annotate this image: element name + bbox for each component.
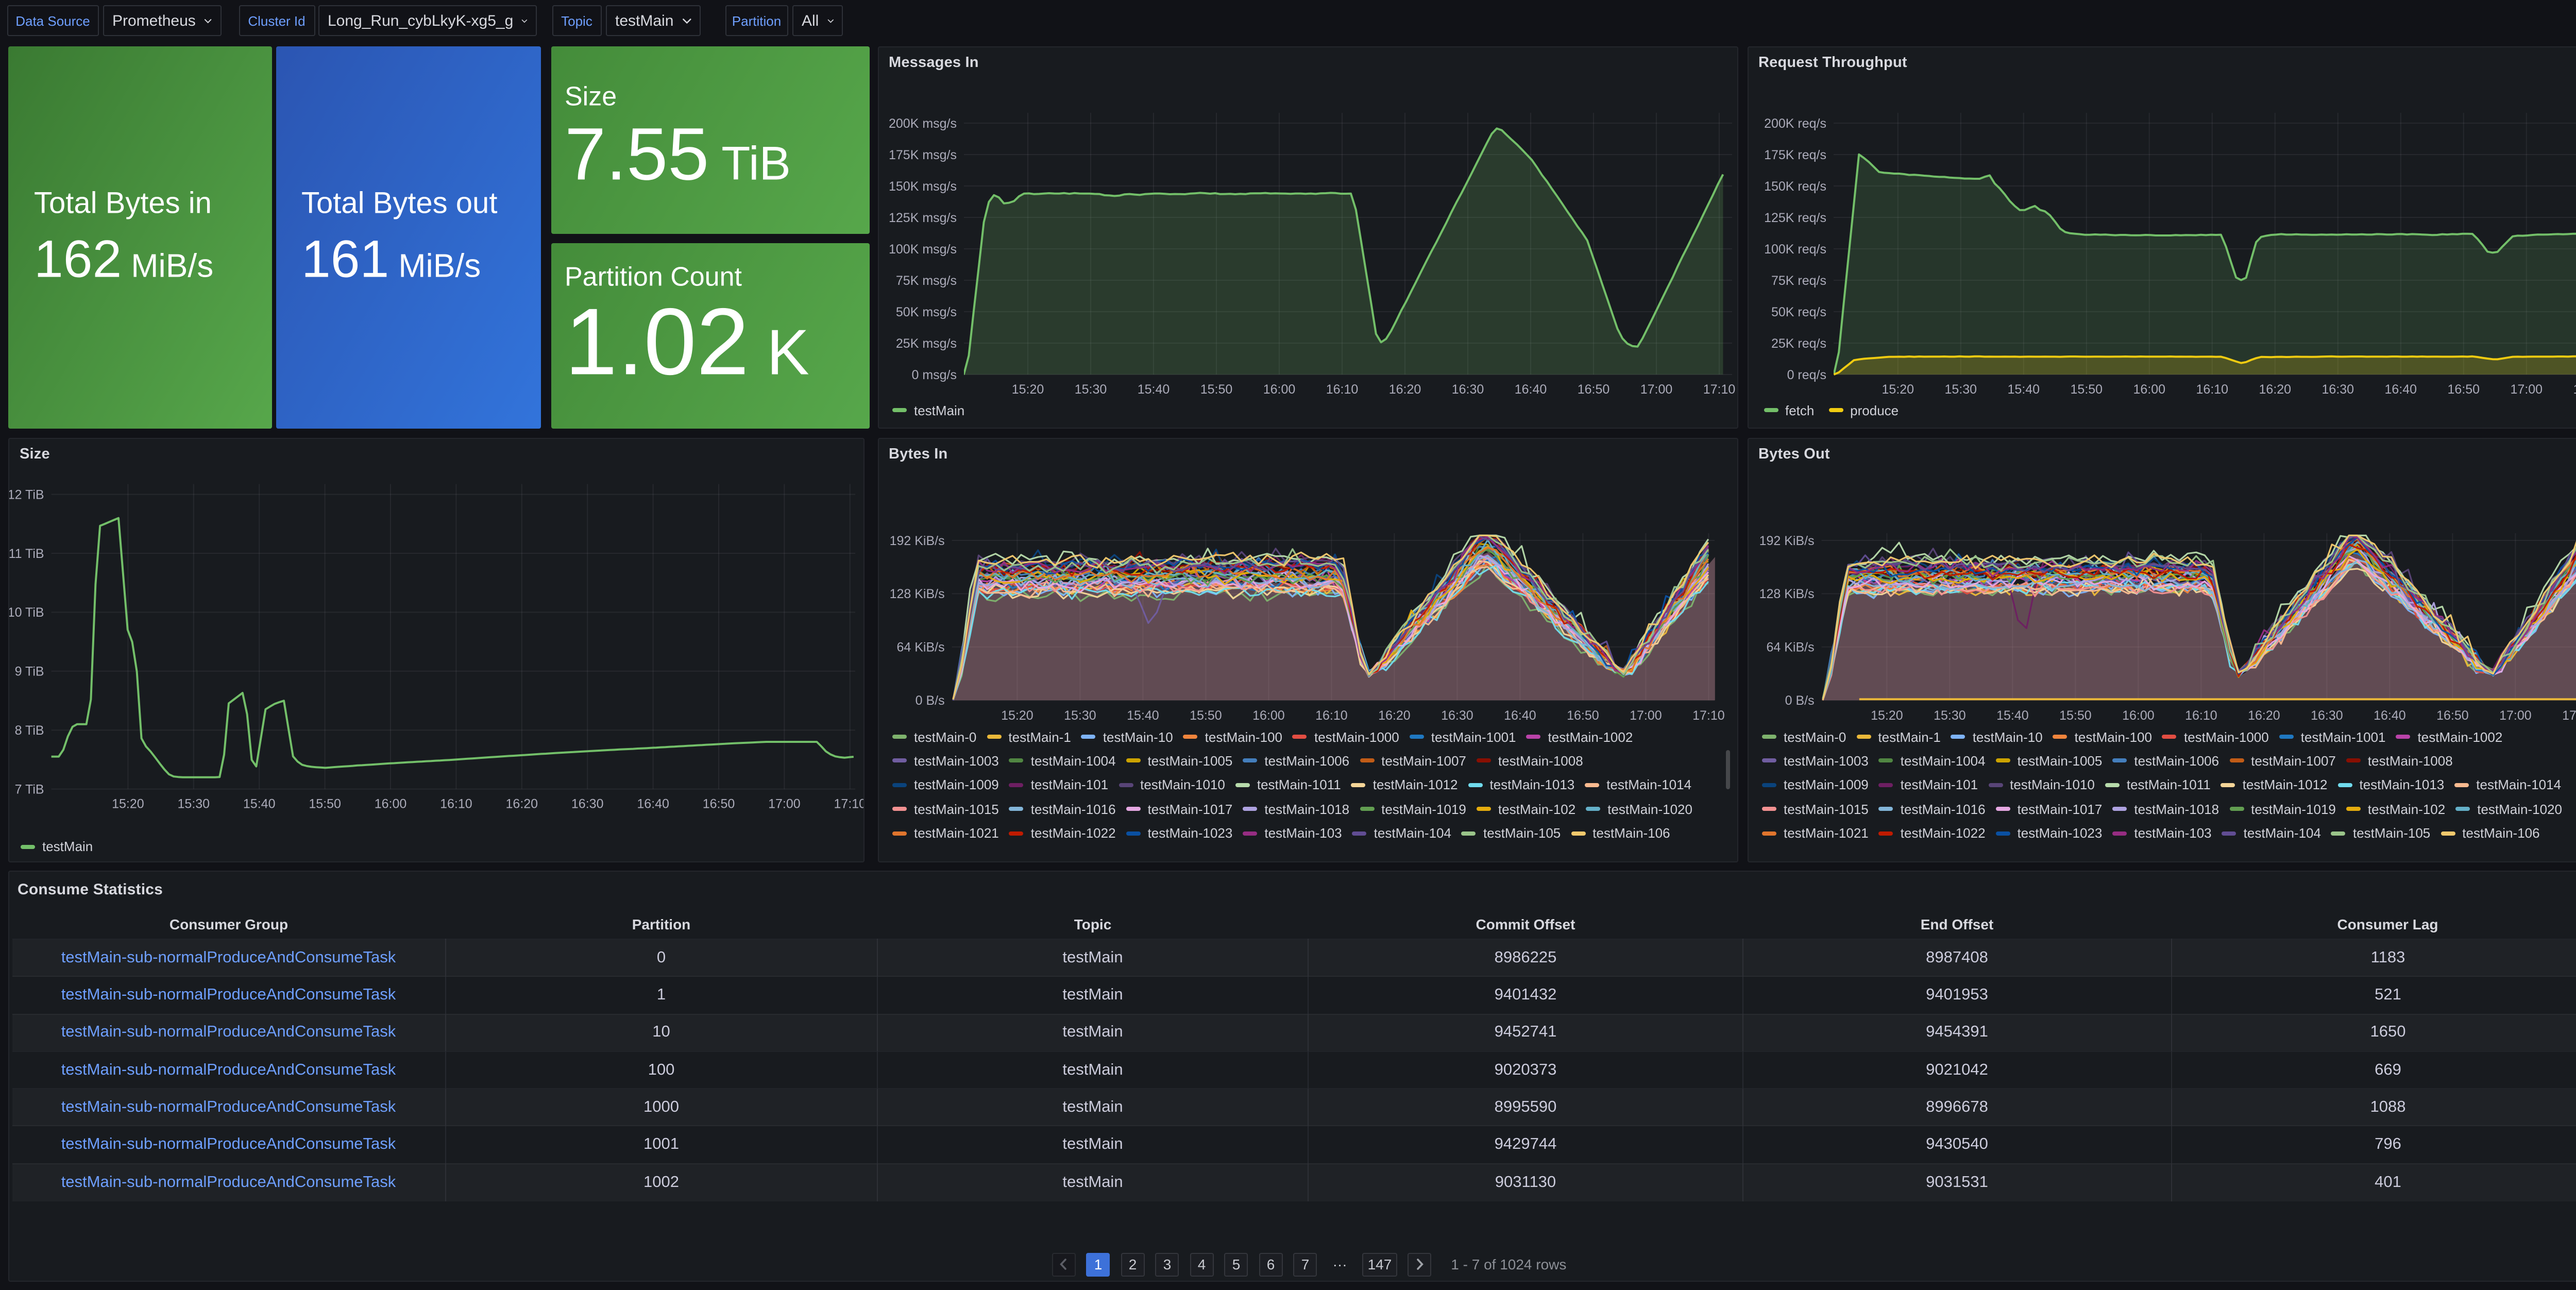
svg-text:64 KiB/s: 64 KiB/s (896, 640, 944, 655)
svg-text:7 TiB: 7 TiB (15, 782, 44, 796)
svg-text:175K req/s: 175K req/s (1764, 147, 1826, 162)
svg-text:15:20: 15:20 (1001, 708, 1033, 723)
svg-text:16:20: 16:20 (2247, 708, 2280, 723)
svg-text:16:40: 16:40 (637, 797, 669, 811)
svg-text:175K msg/s: 175K msg/s (888, 147, 956, 162)
svg-text:16:40: 16:40 (1514, 382, 1547, 396)
svg-text:192 KiB/s: 192 KiB/s (889, 534, 944, 548)
svg-text:15:40: 15:40 (1996, 708, 2028, 723)
svg-text:16:40: 16:40 (1503, 708, 1536, 723)
svg-text:25K msg/s: 25K msg/s (895, 336, 956, 350)
svg-text:15:30: 15:30 (1074, 382, 1107, 396)
svg-text:17:10: 17:10 (1692, 708, 1724, 723)
svg-text:75K req/s: 75K req/s (1771, 273, 1826, 287)
svg-text:0 msg/s: 0 msg/s (911, 367, 956, 382)
svg-text:16:40: 16:40 (2384, 382, 2417, 396)
svg-text:15:20: 15:20 (112, 797, 144, 811)
svg-text:16:20: 16:20 (2259, 382, 2291, 396)
svg-text:15:20: 15:20 (1870, 708, 1903, 723)
svg-text:0 B/s: 0 B/s (915, 693, 944, 708)
svg-text:50K msg/s: 50K msg/s (895, 304, 956, 319)
svg-text:15:30: 15:30 (1063, 708, 1096, 723)
svg-text:25K req/s: 25K req/s (1771, 336, 1826, 350)
svg-text:16:10: 16:10 (2184, 708, 2217, 723)
svg-text:128 KiB/s: 128 KiB/s (1759, 587, 1814, 601)
svg-text:15:50: 15:50 (2059, 708, 2091, 723)
svg-text:16:00: 16:00 (1263, 382, 1295, 396)
svg-text:17:00: 17:00 (2499, 708, 2531, 723)
svg-text:100K req/s: 100K req/s (1764, 242, 1826, 256)
svg-text:75K msg/s: 75K msg/s (895, 273, 956, 287)
svg-text:12 TiB: 12 TiB (9, 487, 44, 502)
svg-text:200K req/s: 200K req/s (1764, 116, 1826, 130)
svg-text:17:10: 17:10 (2562, 708, 2576, 723)
svg-text:17:10: 17:10 (834, 797, 864, 811)
svg-text:15:20: 15:20 (1011, 382, 1044, 396)
svg-text:9 TiB: 9 TiB (15, 665, 44, 679)
svg-text:17:10: 17:10 (1703, 382, 1735, 396)
svg-text:17:10: 17:10 (2573, 382, 2576, 396)
svg-text:16:20: 16:20 (1378, 708, 1410, 723)
svg-text:15:40: 15:40 (1126, 708, 1159, 723)
svg-text:15:40: 15:40 (243, 797, 276, 811)
svg-text:16:30: 16:30 (2321, 382, 2354, 396)
svg-text:150K msg/s: 150K msg/s (888, 179, 956, 193)
svg-text:192 KiB/s: 192 KiB/s (1759, 534, 1814, 548)
svg-text:16:00: 16:00 (2133, 382, 2165, 396)
svg-text:15:50: 15:50 (1200, 382, 1232, 396)
svg-text:16:50: 16:50 (2447, 382, 2480, 396)
svg-text:16:50: 16:50 (1577, 382, 1609, 396)
svg-text:16:10: 16:10 (440, 797, 472, 811)
svg-text:15:50: 15:50 (309, 797, 341, 811)
svg-text:16:30: 16:30 (571, 797, 604, 811)
svg-text:15:20: 15:20 (1882, 382, 1914, 396)
svg-text:64 KiB/s: 64 KiB/s (1766, 640, 1814, 655)
svg-text:16:10: 16:10 (1315, 708, 1347, 723)
svg-text:15:30: 15:30 (178, 797, 210, 811)
svg-text:16:40: 16:40 (2373, 708, 2405, 723)
svg-text:16:30: 16:30 (1440, 708, 1473, 723)
svg-text:16:00: 16:00 (375, 797, 407, 811)
svg-text:128 KiB/s: 128 KiB/s (889, 587, 944, 601)
svg-text:17:00: 17:00 (768, 797, 801, 811)
svg-text:200K msg/s: 200K msg/s (888, 116, 956, 130)
svg-text:15:50: 15:50 (2070, 382, 2103, 396)
svg-text:16:20: 16:20 (506, 797, 538, 811)
svg-text:16:50: 16:50 (1566, 708, 1599, 723)
svg-text:16:20: 16:20 (1388, 382, 1421, 396)
svg-text:17:00: 17:00 (1640, 382, 1672, 396)
svg-text:16:50: 16:50 (703, 797, 735, 811)
svg-text:15:30: 15:30 (1944, 382, 1977, 396)
svg-text:16:00: 16:00 (2122, 708, 2154, 723)
svg-text:16:00: 16:00 (1252, 708, 1284, 723)
svg-text:17:00: 17:00 (2510, 382, 2543, 396)
svg-text:16:30: 16:30 (1451, 382, 1484, 396)
svg-text:10 TiB: 10 TiB (9, 605, 44, 620)
svg-text:16:10: 16:10 (1326, 382, 1358, 396)
svg-text:8 TiB: 8 TiB (15, 723, 44, 738)
svg-text:15:40: 15:40 (1137, 382, 1170, 396)
svg-text:16:30: 16:30 (2310, 708, 2343, 723)
svg-text:17:00: 17:00 (1629, 708, 1662, 723)
svg-text:15:30: 15:30 (1933, 708, 1965, 723)
svg-text:16:10: 16:10 (2196, 382, 2228, 396)
svg-text:11 TiB: 11 TiB (9, 547, 44, 561)
svg-text:50K req/s: 50K req/s (1771, 304, 1826, 319)
svg-text:100K msg/s: 100K msg/s (888, 242, 956, 256)
svg-text:125K msg/s: 125K msg/s (888, 210, 956, 225)
svg-text:16:50: 16:50 (2436, 708, 2468, 723)
svg-text:0 req/s: 0 req/s (1787, 367, 1826, 382)
svg-text:15:40: 15:40 (2007, 382, 2040, 396)
svg-text:125K req/s: 125K req/s (1764, 210, 1826, 225)
svg-text:150K req/s: 150K req/s (1764, 179, 1826, 193)
svg-text:0 B/s: 0 B/s (1785, 693, 1814, 708)
svg-text:15:50: 15:50 (1189, 708, 1222, 723)
